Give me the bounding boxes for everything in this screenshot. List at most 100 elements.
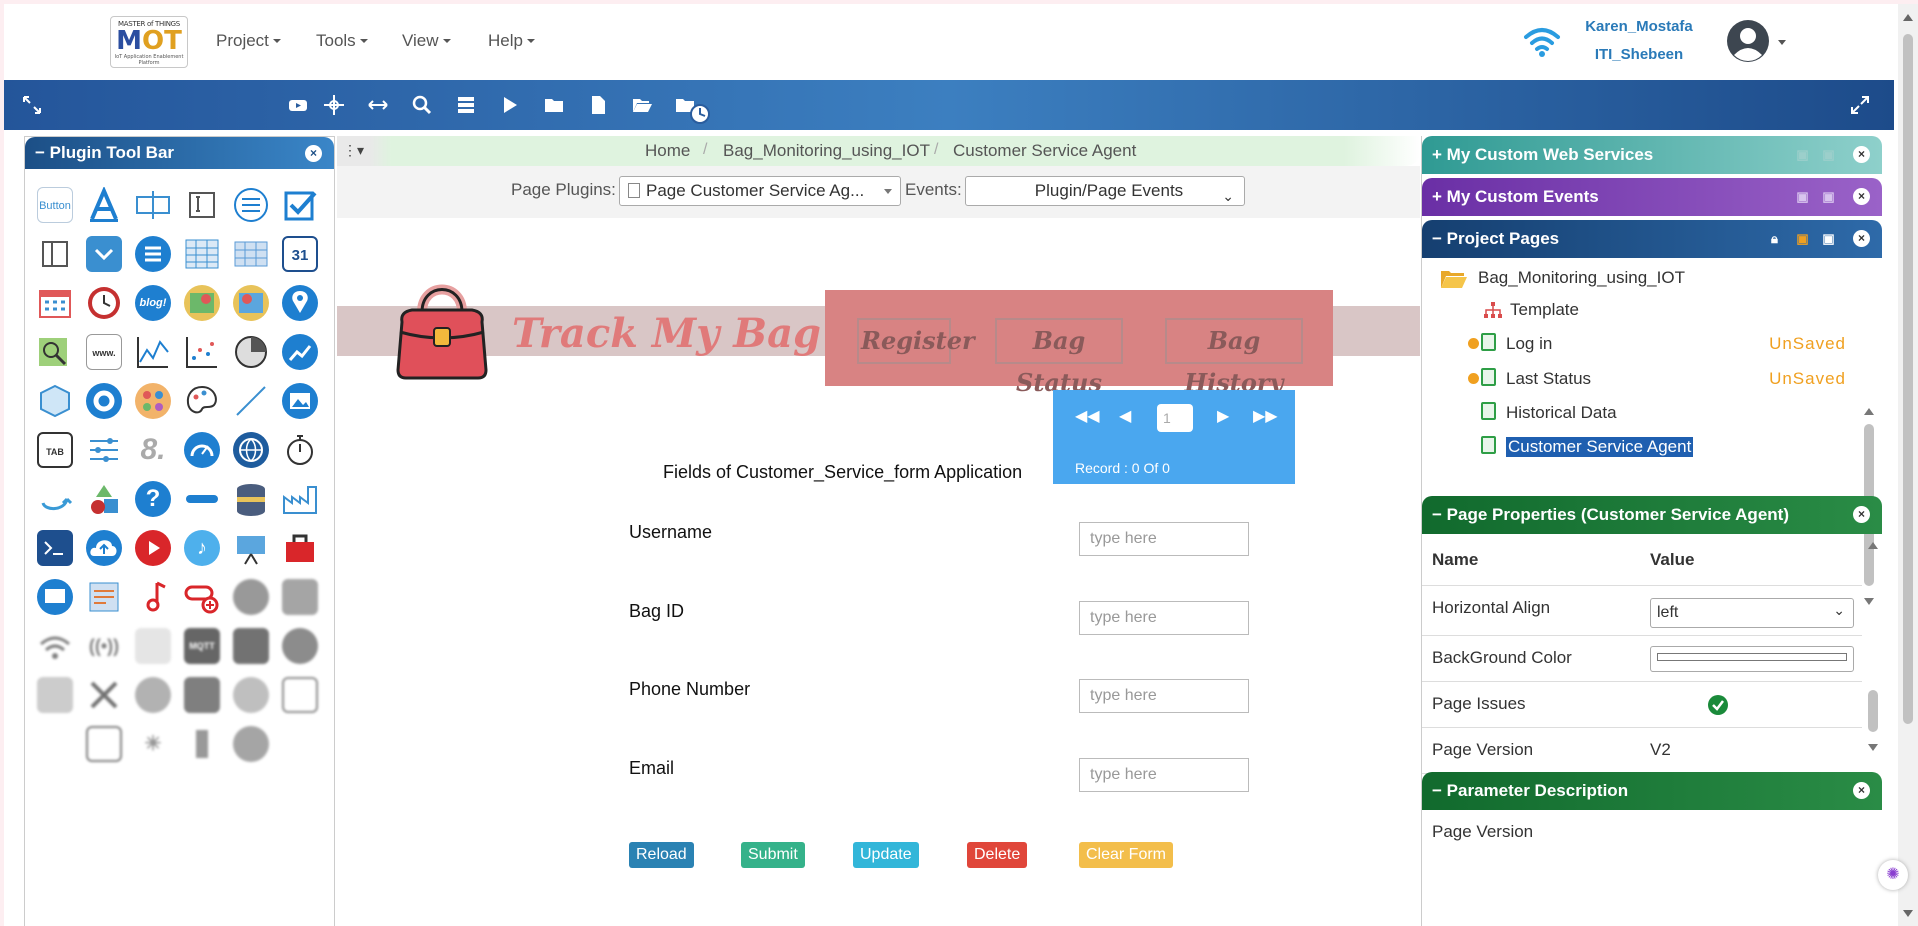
- page-properties-header[interactable]: − Page Properties (Customer Service Agen…: [1422, 496, 1882, 534]
- reload-button[interactable]: Reload: [629, 842, 694, 868]
- cube-plugin-icon[interactable]: [37, 383, 73, 419]
- text-field-plugin-icon[interactable]: [184, 187, 220, 223]
- user-menu-caret[interactable]: [1778, 40, 1786, 45]
- user-org[interactable]: ITI_Shebeen: [1574, 46, 1704, 63]
- scatter-plugin-icon[interactable]: [184, 334, 220, 370]
- nav-bag-history-button[interactable]: Bag History: [1165, 318, 1303, 397]
- tab-plugin-icon[interactable]: TAB: [37, 432, 73, 468]
- menu-project[interactable]: Project: [216, 31, 281, 51]
- digit-display-plugin-icon[interactable]: 8.: [135, 432, 171, 468]
- folder-icon[interactable]: [542, 94, 566, 116]
- gauge-plugin-icon[interactable]: [184, 432, 220, 468]
- list-plugin-icon[interactable]: [233, 187, 269, 223]
- scroll-up-arrow[interactable]: [1903, 14, 1913, 21]
- calendar-plugin-icon[interactable]: 31: [282, 236, 318, 272]
- layers-icon[interactable]: [454, 94, 478, 116]
- video-icon[interactable]: [286, 94, 310, 116]
- image-plugin-icon[interactable]: [282, 383, 318, 419]
- globe-plugin-icon[interactable]: [233, 432, 269, 468]
- clock-plugin-icon[interactable]: [86, 285, 122, 321]
- collapse-arrows-icon[interactable]: [20, 94, 44, 116]
- collapse-icon[interactable]: −: [1432, 505, 1442, 524]
- add-item-plugin-icon[interactable]: [184, 579, 220, 615]
- collapse-icon[interactable]: −: [1432, 781, 1442, 800]
- sliders-plugin-icon[interactable]: [86, 432, 122, 468]
- refresh-plugin-icon[interactable]: [37, 481, 73, 517]
- project-node[interactable]: Bag_Monitoring_using_IOT: [1478, 268, 1685, 288]
- avatar[interactable]: [1726, 19, 1770, 63]
- background-color-picker[interactable]: [1650, 646, 1854, 672]
- close-icon[interactable]: ×: [1853, 506, 1870, 523]
- resize-horizontal-icon[interactable]: [366, 94, 390, 116]
- close-icon[interactable]: ×: [1853, 188, 1870, 205]
- delete-button[interactable]: Delete: [967, 842, 1028, 868]
- presentation-plugin-icon[interactable]: [233, 530, 269, 566]
- page-node-customer-service-agent[interactable]: Customer Service Agent: [1506, 437, 1694, 457]
- database-plugin-icon[interactable]: [233, 481, 269, 517]
- expand-icon[interactable]: +: [1432, 187, 1442, 206]
- menu-tools[interactable]: Tools: [316, 31, 368, 51]
- map-plugin-icon[interactable]: [184, 285, 220, 321]
- donut-plugin-icon[interactable]: [86, 383, 122, 419]
- folder-open-icon[interactable]: [630, 94, 654, 116]
- nav-bag-status-button[interactable]: Bag Status: [995, 318, 1123, 397]
- youtube-plugin-icon[interactable]: [135, 530, 171, 566]
- save-all-icon[interactable]: ▣: [1821, 231, 1836, 246]
- fullscreen-icon[interactable]: [1848, 94, 1872, 116]
- play-icon[interactable]: [498, 94, 522, 116]
- save-all-icon[interactable]: ▣: [1821, 189, 1836, 204]
- first-record-icon[interactable]: ◀◀: [1075, 406, 1100, 426]
- props-scroll-up[interactable]: [1868, 542, 1878, 549]
- collapse-icon[interactable]: −: [35, 143, 45, 162]
- plugin-toolbar-header[interactable]: − Plugin Tool Bar ×: [25, 137, 334, 169]
- email-input[interactable]: type here: [1079, 758, 1249, 792]
- line-chart-plugin-icon[interactable]: [135, 334, 171, 370]
- scroll-down-arrow[interactable]: [1903, 910, 1913, 917]
- page-scrollbar[interactable]: [1898, 4, 1918, 926]
- clear-form-button[interactable]: Clear Form: [1079, 842, 1174, 868]
- close-icon[interactable]: ×: [1853, 146, 1870, 163]
- collapse-icon[interactable]: −: [1432, 229, 1442, 248]
- menu-help[interactable]: Help: [488, 31, 535, 51]
- toolbox-plugin-icon[interactable]: [282, 530, 318, 566]
- move-icon[interactable]: [322, 94, 346, 116]
- close-icon[interactable]: ×: [1853, 782, 1870, 799]
- scroll-thumb[interactable]: [1903, 34, 1913, 724]
- history-icon[interactable]: [674, 94, 712, 124]
- mot-logo[interactable]: MASTER of THINGS MOT IoT Application Ena…: [110, 16, 188, 68]
- props-scroll-down[interactable]: [1868, 744, 1878, 751]
- custom-events-header[interactable]: + My Custom Events ▣ ▣ ×: [1422, 178, 1882, 216]
- checkbox-plugin-icon[interactable]: [282, 187, 318, 223]
- nav-register-button[interactable]: Register: [857, 318, 975, 364]
- progress-plugin-icon[interactable]: [184, 481, 220, 517]
- dropdown-plugin-icon[interactable]: [86, 236, 122, 272]
- textbox-plugin-icon[interactable]: [135, 187, 171, 223]
- music-plugin-icon[interactable]: ♪: [184, 530, 220, 566]
- map-search-plugin-icon[interactable]: [37, 334, 73, 370]
- tree-scroll-up[interactable]: [1864, 408, 1874, 415]
- breadcrumb-home[interactable]: Home: [645, 141, 690, 161]
- page-node-last-status[interactable]: Last Status: [1506, 369, 1591, 389]
- menu-view[interactable]: View: [402, 31, 451, 51]
- page-node-template[interactable]: Template: [1510, 300, 1579, 320]
- factory-plugin-icon[interactable]: [282, 481, 318, 517]
- music-add-plugin-icon[interactable]: [135, 579, 171, 615]
- prev-record-icon[interactable]: ◀: [1119, 406, 1131, 426]
- page-node-historical-data[interactable]: Historical Data: [1506, 403, 1617, 423]
- bag-id-input[interactable]: type here: [1079, 601, 1249, 635]
- datepicker-plugin-icon[interactable]: [37, 285, 73, 321]
- page-node-login[interactable]: Log in: [1506, 334, 1552, 354]
- next-record-icon[interactable]: ▶: [1217, 406, 1229, 426]
- options-menu-icon[interactable]: ⋮▾: [343, 142, 367, 160]
- help-plugin-icon[interactable]: ?: [135, 481, 171, 517]
- pie-chart-plugin-icon[interactable]: [233, 334, 269, 370]
- phone-number-input[interactable]: type here: [1079, 679, 1249, 713]
- location-plugin-icon[interactable]: [282, 285, 318, 321]
- search-icon[interactable]: [410, 94, 434, 116]
- form-plugin-icon[interactable]: [86, 579, 122, 615]
- screen-plugin-icon[interactable]: [37, 579, 73, 615]
- close-icon[interactable]: ×: [1853, 230, 1870, 247]
- assistant-brain-icon[interactable]: ✺: [1878, 860, 1908, 890]
- web-link-plugin-icon[interactable]: www.: [86, 334, 122, 370]
- web-services-header[interactable]: + My Custom Web Services ▣ ▣ ×: [1422, 136, 1882, 174]
